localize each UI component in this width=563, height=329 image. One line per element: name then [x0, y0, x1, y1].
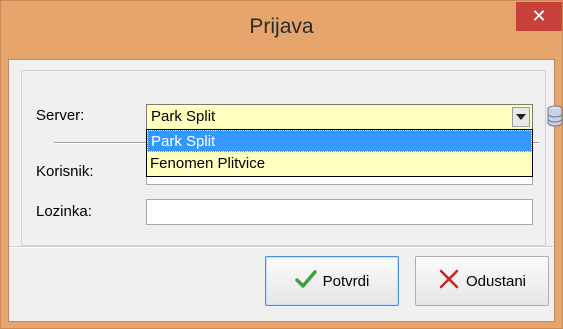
- server-label: Server:: [36, 107, 85, 124]
- chevron-down-icon[interactable]: [512, 107, 530, 127]
- footer-divider: [9, 246, 554, 248]
- cancel-button[interactable]: Odustani: [415, 256, 549, 306]
- server-option-fenomen-plitvice[interactable]: Fenomen Plitvice: [147, 153, 532, 175]
- login-dialog: Prijava ✕ Server: Park Split Korisnik: L…: [0, 0, 563, 329]
- close-icon: ✕: [531, 6, 547, 26]
- password-input[interactable]: [146, 199, 533, 225]
- password-label: Lozinka:: [36, 203, 92, 220]
- server-dropdown-list[interactable]: Park Split Fenomen Plitvice: [146, 129, 533, 177]
- x-mark-icon: [438, 268, 460, 294]
- confirm-button-label: Potvrdi: [322, 272, 370, 290]
- database-icon[interactable]: [546, 104, 563, 130]
- server-combobox-value: Park Split: [151, 108, 216, 125]
- window-title: Prijava: [249, 15, 314, 38]
- cancel-button-label: Odustani: [465, 272, 527, 290]
- confirm-button[interactable]: Potvrdi: [265, 256, 399, 306]
- title-bar[interactable]: Prijava ✕: [1, 1, 562, 59]
- server-option-park-split[interactable]: Park Split: [147, 130, 532, 152]
- close-button[interactable]: ✕: [516, 2, 562, 31]
- dialog-body: Server: Park Split Korisnik: Lozinka: Pa…: [8, 59, 563, 322]
- credentials-group: Server: Park Split Korisnik: Lozinka: Pa…: [21, 70, 563, 246]
- user-label: Korisnik:: [36, 163, 94, 180]
- server-combobox[interactable]: Park Split: [146, 104, 533, 130]
- checkmark-icon: [294, 269, 317, 293]
